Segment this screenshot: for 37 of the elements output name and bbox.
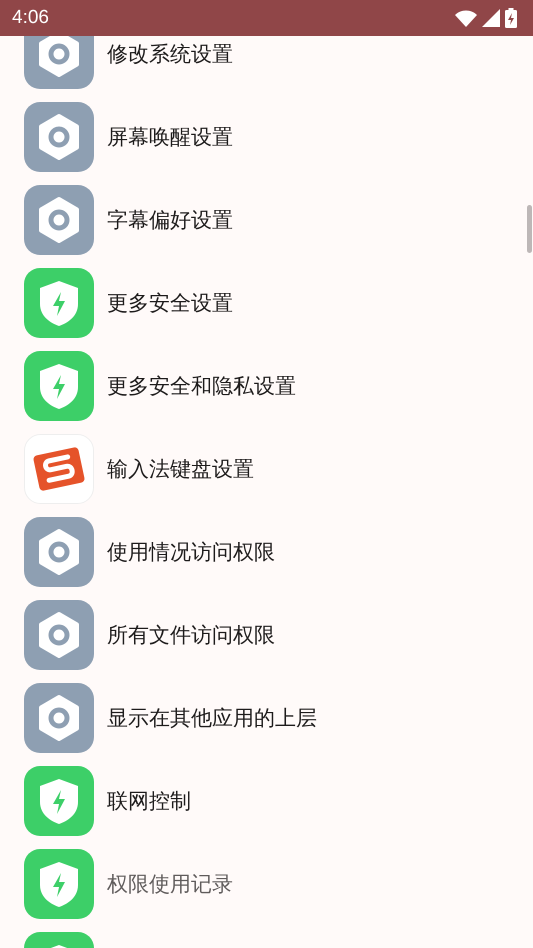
item-label: 显示在其他应用的上层 xyxy=(107,704,317,732)
item-label: 更多安全和隐私设置 xyxy=(107,372,296,400)
wifi-icon xyxy=(455,10,477,26)
battery-charging-icon xyxy=(505,8,517,28)
item-label: 联网控制 xyxy=(107,788,191,814)
shield-icon xyxy=(24,766,94,836)
settings-list-item[interactable]: 所有文件访问权限 xyxy=(0,593,533,676)
clock-time: 4:06 xyxy=(12,7,49,29)
item-label: 更多安全设置 xyxy=(107,290,233,316)
item-label: 输入法键盘设置 xyxy=(107,456,254,482)
gear-icon xyxy=(24,102,94,172)
app-logo-icon xyxy=(24,434,94,504)
signal-icon xyxy=(482,9,500,27)
scrollbar xyxy=(527,205,532,253)
shield-icon xyxy=(24,848,94,918)
settings-list-item[interactable]: 修改系统设置 xyxy=(0,36,533,95)
item-label: 修改系统设置 xyxy=(107,40,233,68)
gear-icon xyxy=(24,682,94,752)
item-label: 所有文件访问权限 xyxy=(107,622,275,648)
gear-icon xyxy=(24,184,94,254)
settings-list-item[interactable]: 更多安全和隐私设置 xyxy=(0,344,533,427)
settings-list-item[interactable]: 输入法键盘设置 xyxy=(0,427,533,510)
item-label: 权限使用记录 xyxy=(107,870,233,898)
item-label: 屏幕唤醒设置 xyxy=(107,124,233,150)
item-label: 使用情况访问权限 xyxy=(107,538,275,566)
settings-list-item[interactable]: 字幕偏好设置 xyxy=(0,178,533,261)
shield-icon xyxy=(24,268,94,338)
settings-list-item[interactable]: 更多安全设置 xyxy=(0,261,533,344)
settings-list-item[interactable]: 使用情况访问权限 xyxy=(0,510,533,593)
item-label: 字幕偏好设置 xyxy=(107,206,233,234)
settings-list-item[interactable]: 联网控制 xyxy=(0,759,533,842)
gear-icon xyxy=(24,600,94,670)
gear-icon xyxy=(24,516,94,586)
settings-list-item[interactable]: 屏幕唤醒设置 xyxy=(0,95,533,178)
gear-icon xyxy=(24,36,94,88)
shield-icon xyxy=(24,350,94,420)
settings-list-item[interactable]: 显示在其他应用的上层 xyxy=(0,676,533,759)
